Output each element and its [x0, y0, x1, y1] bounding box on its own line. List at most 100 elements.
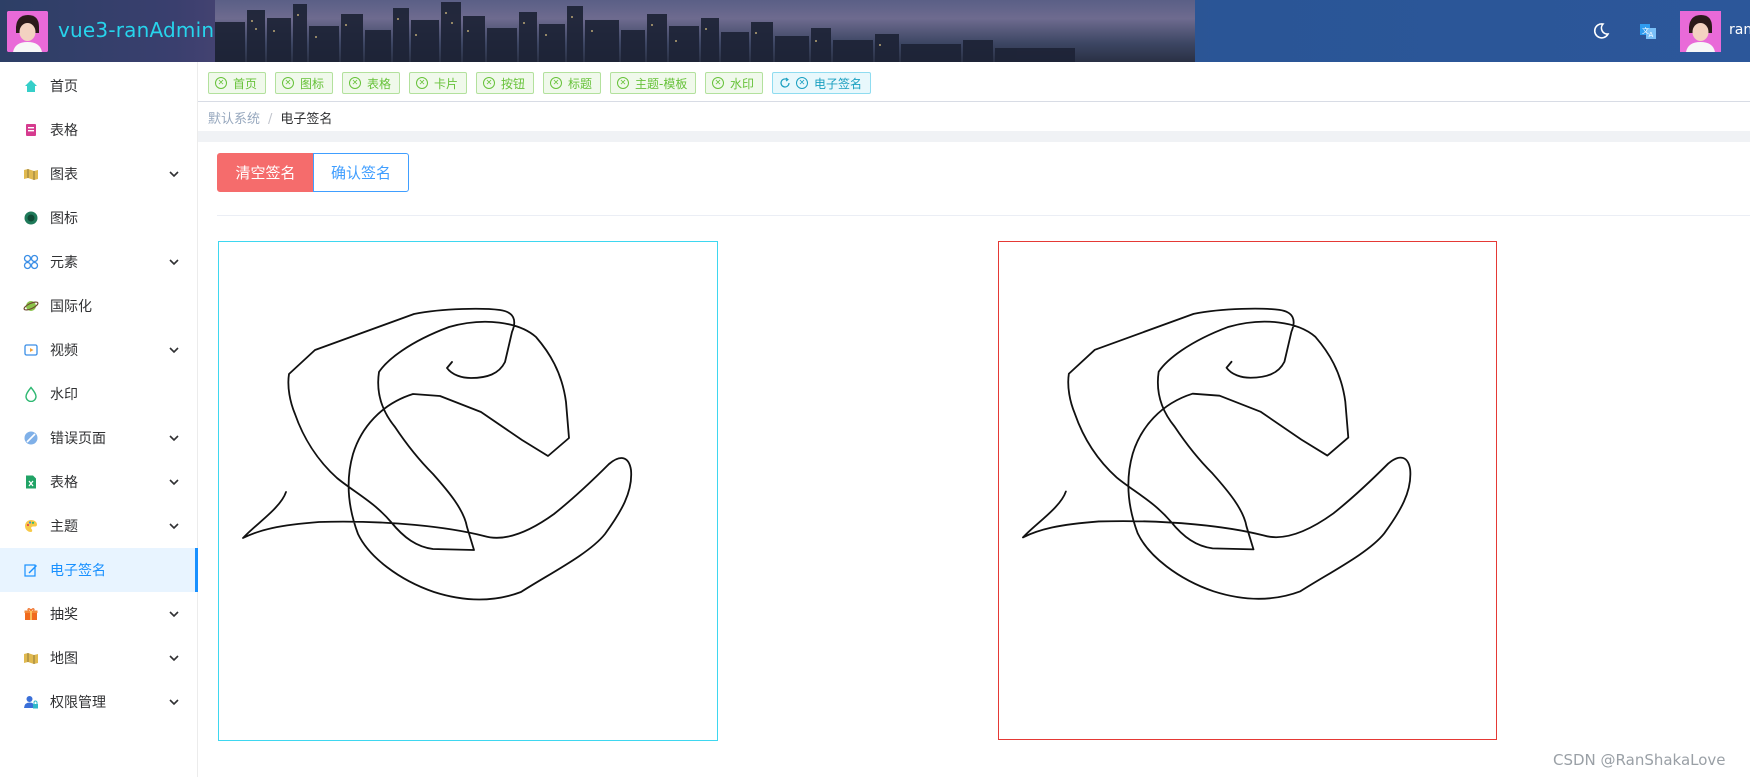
breadcrumb-separator: / [268, 112, 273, 127]
app-title: vue3-ranAdmin [58, 18, 215, 42]
tag-label: 水印 [730, 76, 755, 91]
user-avatar[interactable] [1680, 11, 1721, 52]
moon-icon[interactable] [1590, 20, 1612, 42]
sidebar-item-label: 表格 [50, 475, 78, 491]
tag-label: 主题-模板 [635, 76, 688, 91]
gift-icon [22, 605, 40, 623]
divider [217, 215, 1750, 216]
chevron-down-icon [169, 171, 179, 178]
breadcrumb-current: 电子签名 [280, 112, 333, 127]
sidebar-item-label: 国际化 [50, 299, 92, 315]
breadcrumb-root[interactable]: 默认系统 [208, 112, 260, 127]
sidebar-item-label: 图表 [50, 167, 78, 183]
user-lock-icon [22, 693, 40, 711]
sidebar-item-label: 电子签名 [50, 563, 106, 579]
tag-card[interactable]: ✕ 卡片 [409, 72, 468, 94]
drop-icon [22, 385, 40, 403]
video-icon [22, 341, 40, 359]
confirm-signature-button[interactable]: 确认签名 [313, 153, 409, 192]
chevron-down-icon [169, 479, 179, 486]
close-icon[interactable]: ✕ [349, 77, 361, 89]
map-icon [22, 165, 40, 183]
tag-watermark[interactable]: ✕ 水印 [705, 72, 764, 94]
sidebar-item-map[interactable]: 地图 [0, 636, 198, 680]
close-icon[interactable]: ✕ [712, 77, 724, 89]
tag-button[interactable]: ✕ 按钮 [476, 72, 535, 94]
sidebar-item-label: 表格 [50, 123, 78, 139]
tag-title[interactable]: ✕ 标题 [543, 72, 602, 94]
sidebar-item-signature[interactable]: 电子签名 [0, 548, 198, 592]
svg-text:A: A [1649, 31, 1654, 39]
tag-theme-template[interactable]: ✕ 主题-模板 [610, 72, 697, 94]
sidebar-item-label: 主题 [50, 519, 78, 535]
tag-label: 首页 [233, 76, 258, 91]
sidebar-item-error-pages[interactable]: 错误页面 [0, 416, 198, 460]
circle-icon [22, 209, 40, 227]
top-header: vue3-ranAdmin 文 A ran [0, 0, 1750, 62]
close-icon[interactable]: ✕ [550, 77, 562, 89]
user-name[interactable]: ran [1729, 22, 1750, 38]
sidebar-item-lottery[interactable]: 抽奖 [0, 592, 198, 636]
tag-label: 电子签名 [814, 76, 863, 91]
sidebar-item-home[interactable]: 首页 [0, 64, 198, 108]
close-icon[interactable]: ✕ [617, 77, 629, 89]
tags-view-bar: ✕ 首页 ✕ 图标 ✕ 表格 ✕ 卡片 ✕ 按钮 ✕ 标题 ✕ 主题-模板 ✕ 水印 ✕ 电子签名 [198, 62, 1750, 102]
home-icon [22, 77, 40, 95]
tag-icons[interactable]: ✕ 图标 [275, 72, 334, 94]
clear-signature-button[interactable]: 清空签名 [217, 153, 314, 192]
sidebar-item-label: 权限管理 [50, 695, 106, 711]
sidebar-item-elements[interactable]: 元素 [0, 240, 198, 284]
sidebar-item-label: 首页 [50, 79, 78, 95]
close-icon[interactable]: ✕ [215, 77, 227, 89]
sidebar-item-label: 地图 [50, 651, 78, 667]
sidebar-item-icons[interactable]: 图标 [0, 196, 198, 240]
signature-preview [998, 241, 1497, 740]
sidebar-item-i18n[interactable]: 国际化 [0, 284, 198, 328]
planet-icon [22, 297, 40, 315]
tag-label: 表格 [367, 76, 392, 91]
sidebar-item-table[interactable]: 表格 [0, 108, 198, 152]
tag-signature[interactable]: ✕ 电子签名 [772, 72, 872, 94]
sidebar-item-label: 元素 [50, 255, 78, 271]
sidebar-item-label: 水印 [50, 387, 78, 403]
sidebar-item-charts[interactable]: 图表 [0, 152, 198, 196]
sidebar-item-theme[interactable]: 主题 [0, 504, 198, 548]
tag-label: 图标 [300, 76, 325, 91]
tag-label: 标题 [568, 76, 593, 91]
close-icon[interactable]: ✕ [416, 77, 428, 89]
signature-canvas[interactable] [218, 241, 718, 741]
signature-preview-image [1022, 307, 1412, 600]
chevron-down-icon [169, 611, 179, 618]
chevron-down-icon [169, 699, 179, 706]
close-icon[interactable]: ✕ [483, 77, 495, 89]
tag-label: 按钮 [501, 76, 526, 91]
sign-icon [22, 561, 40, 579]
chevron-down-icon [169, 259, 179, 266]
watermark-text: CSDN @RanShakaLove [1553, 751, 1726, 769]
city-skyline-image [215, 2, 1075, 62]
chevron-down-icon [169, 347, 179, 354]
chevron-down-icon [169, 655, 179, 662]
logo-avatar [7, 11, 48, 52]
map-icon [22, 649, 40, 667]
sidebar: 首页 表格 图表 图标 元素 国际化 视频 水印 错误页面 表格 主题 电子签名… [0, 62, 198, 777]
sidebar-item-permissions[interactable]: 权限管理 [0, 680, 198, 724]
tag-home[interactable]: ✕ 首页 [208, 72, 267, 94]
chevron-down-icon [169, 435, 179, 442]
close-icon[interactable]: ✕ [282, 77, 294, 89]
sidebar-item-excel[interactable]: 表格 [0, 460, 198, 504]
excel-icon [22, 473, 40, 491]
translate-icon[interactable]: 文 A [1637, 20, 1659, 42]
tag-table[interactable]: ✕ 表格 [342, 72, 401, 94]
content-top-gap [198, 131, 1750, 142]
sidebar-item-video[interactable]: 视频 [0, 328, 198, 372]
forbidden-icon [22, 429, 40, 447]
sidebar-item-label: 错误页面 [50, 431, 106, 447]
sidebar-item-watermark[interactable]: 水印 [0, 372, 198, 416]
refresh-icon[interactable] [779, 77, 791, 89]
close-icon[interactable]: ✕ [796, 77, 808, 89]
chevron-down-icon [169, 523, 179, 530]
sidebar-item-label: 视频 [50, 343, 78, 359]
tag-label: 卡片 [434, 76, 459, 91]
signature-stroke [242, 307, 633, 601]
